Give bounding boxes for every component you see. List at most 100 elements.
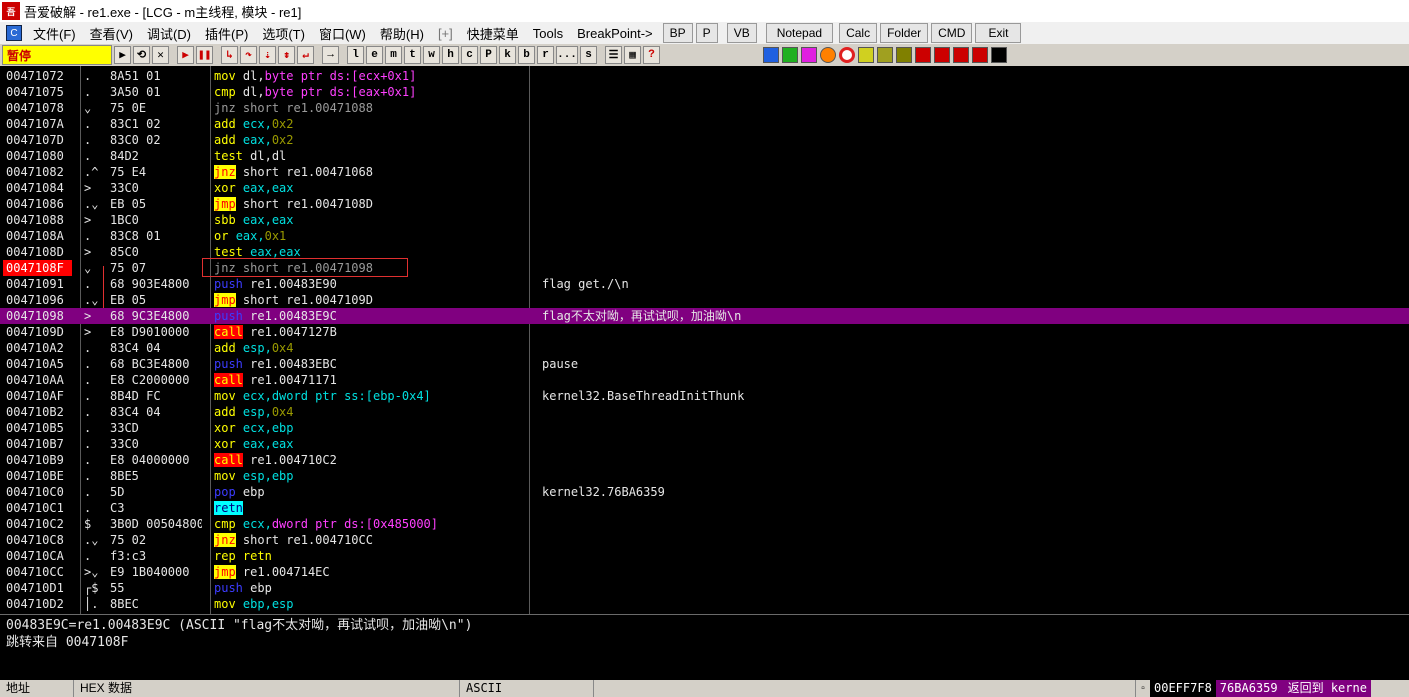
menu-view[interactable]: 查看(V) (83, 24, 140, 43)
run-trace-window-button[interactable]: ... (556, 46, 578, 64)
disasm-row[interactable]: 004710CC >⌄ E9 1B040000 jmp re1.004714EC (0, 564, 1409, 580)
handles-window-button[interactable]: h (442, 46, 459, 64)
source-window-button[interactable]: s (580, 46, 597, 64)
patches-window-button[interactable]: P (480, 46, 497, 64)
disasm-row[interactable]: 0047107D. 83C0 02 add eax,0x2 (0, 132, 1409, 148)
disasm-row[interactable]: 004710B5. 33CD xor ecx,ebp (0, 420, 1409, 436)
disasm-row[interactable]: 00471072. 8A51 01 mov dl,byte ptr ds:[ecx+… (0, 68, 1409, 84)
plugin-grid2-icon[interactable] (877, 47, 893, 63)
close-icon[interactable]: ✕ (152, 46, 169, 64)
disasm-row[interactable]: 004710A2. 83C4 04 add esp,0x4 (0, 340, 1409, 356)
disasm-row[interactable]: 004710BE. 8BE5 mov esp,ebp (0, 468, 1409, 484)
disasm-row[interactable]: 004710C8 .⌄ 75 02 jnz short re1.004710CC (0, 532, 1409, 548)
disasm-row[interactable]: 004710B9. E8 04000000 call re1.004710C2 (0, 452, 1409, 468)
cmd-button[interactable]: CMD (931, 23, 973, 43)
refresh-plugin-icon[interactable] (763, 47, 779, 63)
threads-window-button[interactable]: t (404, 46, 421, 64)
po-icon[interactable] (953, 47, 969, 63)
disasm-row[interactable]: 00471084 >33C0 xor eax,eax (0, 180, 1409, 196)
step-over-icon[interactable]: ↷ (240, 46, 257, 64)
callstack-window-button[interactable]: k (499, 46, 516, 64)
disasm-row[interactable]: 004710C1. C3 retn (0, 500, 1409, 516)
dump-address-header[interactable]: 地址 (0, 680, 74, 697)
stack-address[interactable]: 00EFF7F8 (1150, 680, 1216, 697)
disasm-row[interactable]: 004710B2. 83C4 04 add esp,0x4 (0, 404, 1409, 420)
menu-tools[interactable]: Tools (526, 26, 570, 41)
cpu-disassembly-pane[interactable]: 00471072. 8A51 01 mov dl,byte ptr ds:[ecx+… (0, 66, 1409, 614)
disasm-row[interactable]: 004710B7. 33C0 xor eax,eax (0, 436, 1409, 452)
disasm-row[interactable]: 00471088 >1BC0 sbb eax,eax (0, 212, 1409, 228)
disasm-row[interactable]: 00471078 ⌄ 75 0E jnz short re1.00471088 (0, 100, 1409, 116)
disasm-row[interactable]: 004710AF. 8B4D FC mov ecx,dword ptr ss:[eb… (0, 388, 1409, 404)
disasm-row[interactable]: 00471091. 68 903E4800 push re1.00483E90 fla… (0, 276, 1409, 292)
disasm-row[interactable]: 004710C0. 5D pop ebp kernel32.76BA6359 (0, 484, 1409, 500)
disasm-row[interactable]: 0047107A. 83C1 02 add ecx,0x2 (0, 116, 1409, 132)
disasm-row[interactable]: 004710D2 │. 8BEC mov ebp,esp (0, 596, 1409, 612)
log-window-button[interactable]: l (347, 46, 364, 64)
disasm-row[interactable]: 0047108F ⌄ 75 07 jnz short re1.00471098 (0, 260, 1409, 276)
run-icon[interactable]: ▶ (177, 46, 194, 64)
modules-window-button[interactable]: e (366, 46, 383, 64)
disasm-row[interactable]: 004710C2 $3B0D 00504800 cmp ecx,dword ptr … (0, 516, 1409, 532)
breakpoints-window-button[interactable]: b (518, 46, 535, 64)
cpu-window-button[interactable]: c (461, 46, 478, 64)
execute-till-return-icon[interactable]: ↵ (297, 46, 314, 64)
debug-options-icon[interactable]: ☰ (605, 46, 622, 64)
open-icon[interactable]: ▶ (114, 46, 131, 64)
jie-icon[interactable] (972, 47, 988, 63)
system-menu-icon[interactable]: C (6, 25, 22, 41)
plugin-orange-icon[interactable] (820, 47, 836, 63)
menu-window[interactable]: 窗口(W) (312, 24, 373, 43)
menu-file[interactable]: 文件(F) (26, 24, 83, 43)
disasm-row[interactable]: 004710CA. f3:c3 rep retn (0, 548, 1409, 564)
scroll-thumb[interactable]: ▫ (1136, 680, 1150, 697)
menu-help[interactable]: 帮助(H) (373, 24, 431, 43)
plugin-green-icon[interactable] (782, 47, 798, 63)
appearance-icon[interactable]: ▦ (624, 46, 641, 64)
disasm-row[interactable]: 00471075. 3A50 01 cmp dl,byte ptr ds:[eax+… (0, 84, 1409, 100)
pause-icon[interactable]: ❚❚ (196, 46, 213, 64)
plugin-target-icon[interactable] (839, 47, 855, 63)
plugin-a-icon[interactable] (801, 47, 817, 63)
windows-window-button[interactable]: w (423, 46, 440, 64)
memory-window-button[interactable]: m (385, 46, 402, 64)
dump-hex-header[interactable]: HEX 数据 (74, 680, 460, 697)
disasm-row[interactable]: 00471082 .^ 75 E4 jnz short re1.00471068 (0, 164, 1409, 180)
menu-options[interactable]: 选项(T) (255, 24, 312, 43)
bp-button[interactable]: BP (662, 23, 693, 43)
step-into-icon[interactable]: ↳ (221, 46, 238, 64)
p-button[interactable]: P (695, 23, 718, 43)
plugin-grid3-icon[interactable] (896, 47, 912, 63)
trace-into-icon[interactable]: ⇣ (259, 46, 276, 64)
folder-button[interactable]: Folder (880, 23, 929, 43)
disasm-row[interactable]: 00471080. 84D2 test dl,dl (0, 148, 1409, 164)
disasm-row[interactable]: 0047109D > E8 D9010000 call re1.0047127B (0, 324, 1409, 340)
restart-icon[interactable]: ⟲ (133, 46, 150, 64)
disasm-row[interactable]: 00471086 .⌄ EB 05 jmp short re1.0047108D (0, 196, 1409, 212)
menu-breakpoint[interactable]: BreakPoint-> (570, 26, 660, 41)
notepad-button[interactable]: Notepad (765, 23, 834, 43)
help-icon[interactable]: ? (643, 46, 660, 64)
disasm-row[interactable]: 0047108D >85C0 test eax,eax (0, 244, 1409, 260)
black-icon[interactable] (991, 47, 1007, 63)
disasm-row[interactable]: 004710A5. 68 BC3E4800 push re1.00483EBC pau… (0, 356, 1409, 372)
disasm-row[interactable]: 004710D1 ┌$ 55 push ebp (0, 580, 1409, 596)
menu-shortcut[interactable]: 快捷菜单 (460, 24, 526, 43)
goto-icon[interactable]: → (322, 46, 339, 64)
wu-icon[interactable] (915, 47, 931, 63)
disasm-row[interactable]: 004710AA. E8 C2000000 call re1.00471171 (0, 372, 1409, 388)
disasm-row[interactable]: 0047108A. 83C8 01 or eax,0x1 (0, 228, 1409, 244)
menu-debug[interactable]: 调试(D) (140, 24, 198, 43)
vb-button[interactable]: VB (726, 23, 757, 43)
dump-ascii-header[interactable]: ASCII (460, 680, 594, 697)
trace-over-icon[interactable]: ⇟ (278, 46, 295, 64)
exit-button[interactable]: Exit (975, 23, 1022, 43)
disasm-row[interactable]: 00471098 >68 9C3E4800 push re1.00483E9C fla… (0, 308, 1409, 324)
calc-button[interactable]: Calc (839, 23, 878, 43)
disasm-row[interactable]: 00471096 .⌄ EB 05 jmp short re1.0047109D (0, 292, 1409, 308)
menu-plus[interactable]: [+] (431, 26, 460, 41)
plugin-grid-icon[interactable] (858, 47, 874, 63)
stack-value[interactable]: 76BA6359 (1215, 680, 1282, 697)
references-window-button[interactable]: r (537, 46, 554, 64)
ai-icon[interactable] (934, 47, 950, 63)
